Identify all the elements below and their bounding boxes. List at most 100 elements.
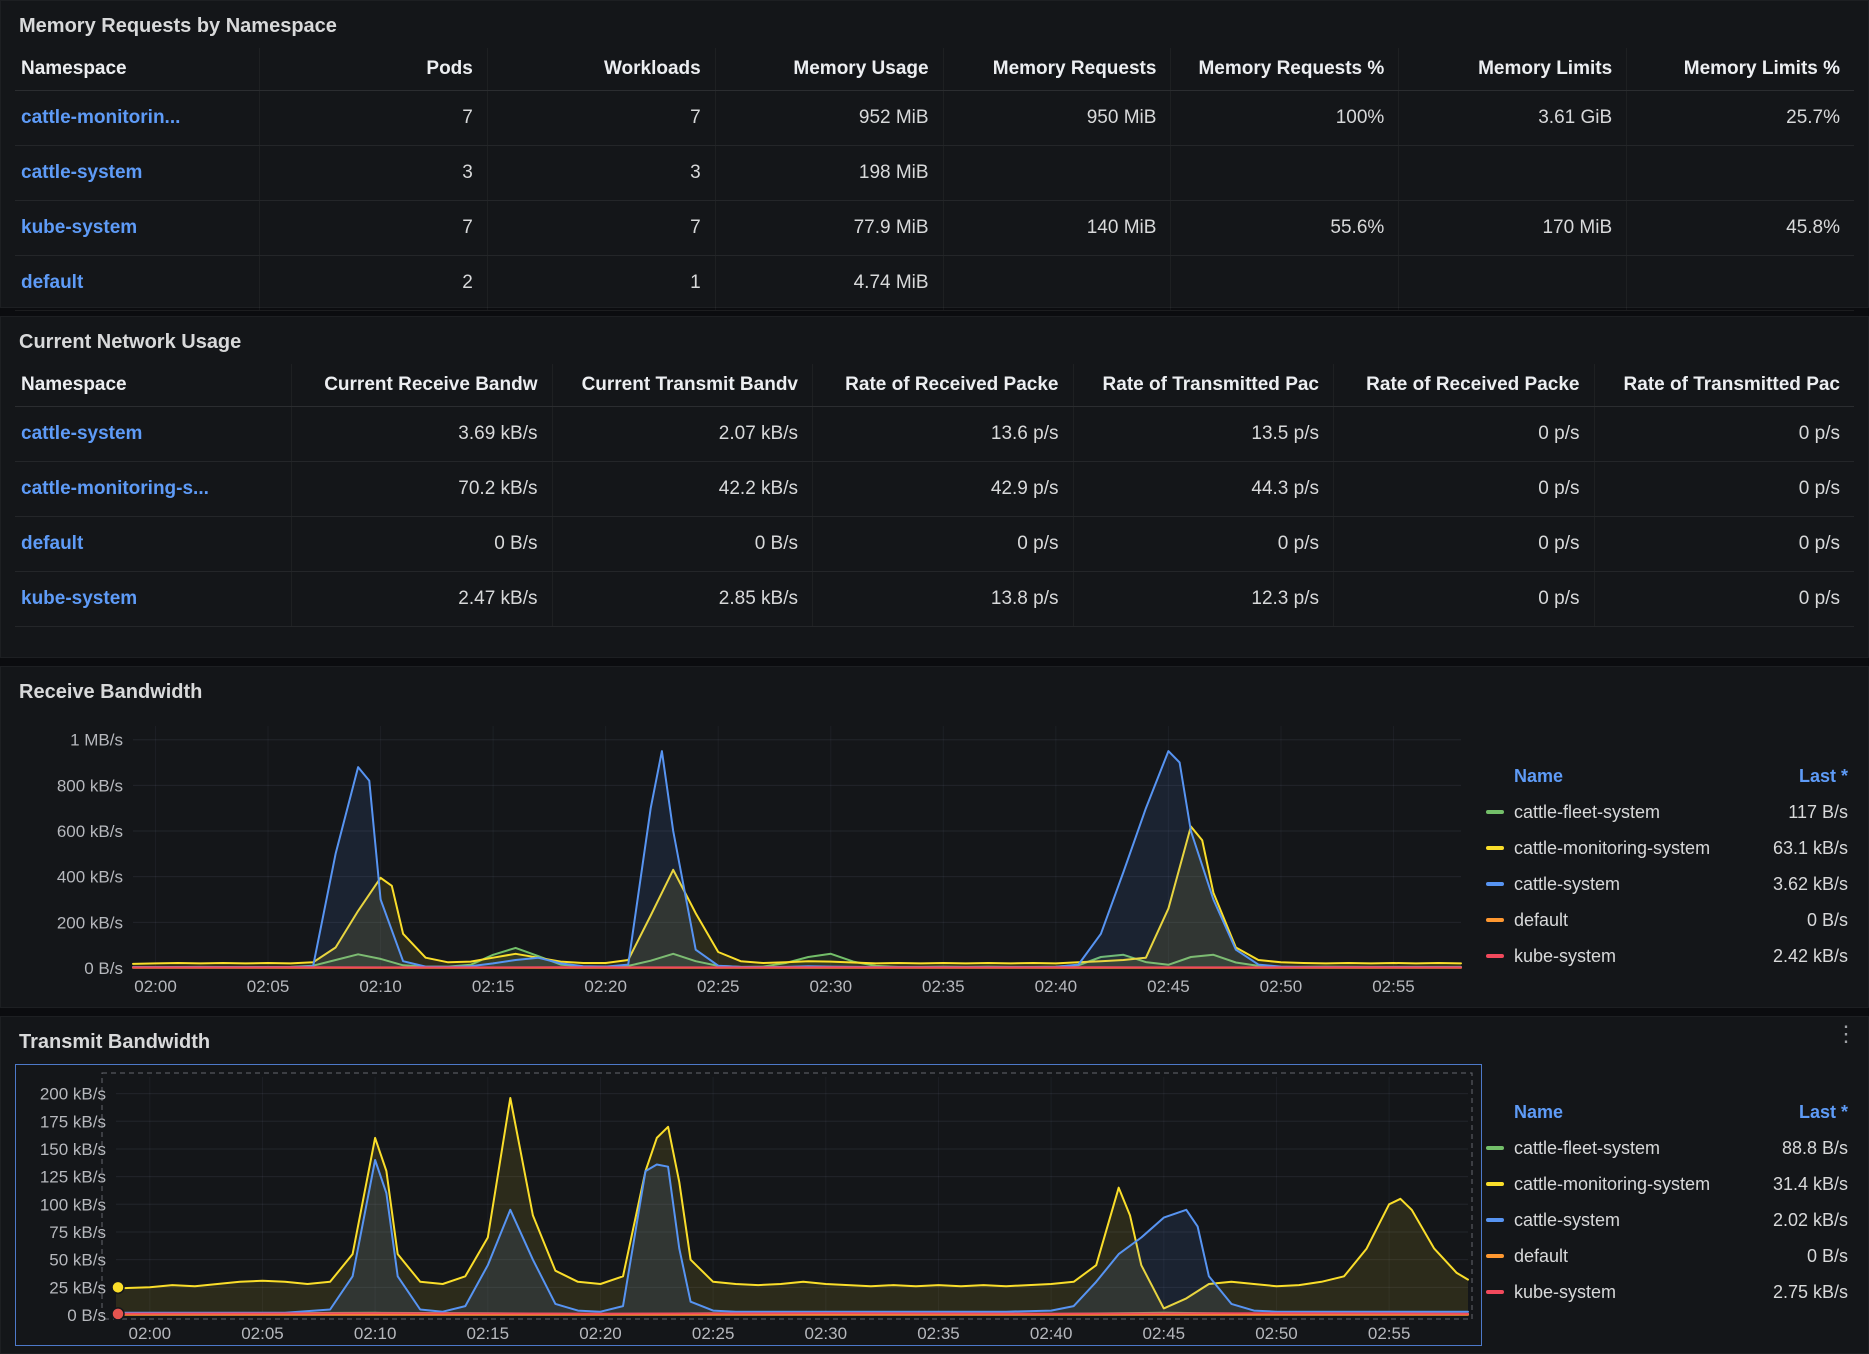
col-header-rate-received[interactable]: Rate of Received Packe: [812, 364, 1073, 406]
cell-pods: 7: [259, 91, 487, 145]
namespace-link[interactable]: default: [21, 533, 83, 555]
svg-text:175 kB/s: 175 kB/s: [40, 1112, 106, 1131]
panel-title-receive-bandwidth[interactable]: Receive Bandwidth: [19, 681, 1854, 704]
col-header-rate-transmitted[interactable]: Rate of Transmitted Pac: [1072, 364, 1334, 406]
svg-text:02:25: 02:25: [697, 977, 740, 996]
panel-receive-bandwidth: Receive Bandwidth 02:00 02:05 02:10 02:15 02…: [0, 666, 1869, 1008]
col-header-namespace[interactable]: Namespace: [15, 48, 259, 90]
legend-series-value: 31.4 kB/s: [1772, 1173, 1848, 1194]
panel-title-memory-requests[interactable]: Memory Requests by Namespace: [19, 15, 1854, 38]
col-header-memory-limits-pct[interactable]: Memory Limits %: [1626, 48, 1854, 90]
legend-series-name[interactable]: cattle-fleet-system: [1514, 1138, 1660, 1159]
legend-last-header[interactable]: Last *: [1799, 1102, 1848, 1123]
table-header-row: Namespace Current Receive Bandw Current …: [15, 364, 1854, 407]
legend-series-value: 2.02 kB/s: [1772, 1209, 1848, 1230]
legend-name-header[interactable]: Name: [1514, 766, 1563, 787]
col-header-memory-requests[interactable]: Memory Requests: [942, 48, 1171, 90]
cell-memory-requests-pct: 55.6%: [1170, 201, 1398, 255]
legend-series-name[interactable]: cattle-system: [1514, 1210, 1620, 1231]
svg-text:02:20: 02:20: [579, 1324, 622, 1343]
cell-transmit-bandwidth: 2.85 kB/s: [551, 572, 813, 626]
cell-memory-requests: 950 MiB: [942, 91, 1171, 145]
legend-item: cattle-fleet-system 117 B/s: [1482, 794, 1848, 830]
cell-pods: 3: [259, 146, 487, 200]
legend-series-name[interactable]: kube-system: [1514, 946, 1616, 967]
legend-item: kube-system 2.42 kB/s: [1482, 938, 1848, 974]
svg-text:02:00: 02:00: [129, 1324, 172, 1343]
col-header-transmit-bandwidth[interactable]: Current Transmit Bandv: [551, 364, 813, 406]
svg-text:02:25: 02:25: [692, 1324, 735, 1343]
cell-memory-limits: 3.61 GiB: [1398, 91, 1626, 145]
svg-text:02:05: 02:05: [247, 977, 290, 996]
panel-menu-icon[interactable]: ⋮: [1835, 1023, 1858, 1045]
col-header-memory-limits[interactable]: Memory Limits: [1398, 48, 1626, 90]
legend-series-name[interactable]: default: [1514, 910, 1568, 931]
cell-memory-usage: 4.74 MiB: [714, 256, 943, 310]
panel-title-network-usage[interactable]: Current Network Usage: [19, 331, 1854, 354]
col-header-namespace[interactable]: Namespace: [15, 364, 291, 406]
legend-name-header[interactable]: Name: [1514, 1102, 1563, 1123]
legend-series-value: 2.42 kB/s: [1772, 945, 1848, 966]
cell-memory-usage: 77.9 MiB: [714, 201, 943, 255]
panel-title-transmit-bandwidth[interactable]: Transmit Bandwidth: [19, 1031, 1854, 1054]
namespace-link[interactable]: default: [21, 272, 83, 294]
svg-text:02:10: 02:10: [354, 1324, 397, 1343]
legend-series-name[interactable]: cattle-monitoring-system: [1514, 838, 1710, 859]
cell-rate-transmitted-2: 0 p/s: [1593, 517, 1855, 571]
svg-text:02:15: 02:15: [472, 977, 515, 996]
cell-memory-limits: [1398, 256, 1626, 310]
namespace-link[interactable]: cattle-system: [21, 162, 142, 184]
col-header-rate-transmitted-2[interactable]: Rate of Transmitted Pac: [1593, 364, 1855, 406]
legend-last-header[interactable]: Last *: [1799, 766, 1848, 787]
network-usage-table: Namespace Current Receive Bandw Current …: [15, 364, 1854, 627]
cell-receive-bandwidth: 2.47 kB/s: [291, 572, 552, 626]
cell-memory-requests: 140 MiB: [942, 201, 1171, 255]
cell-memory-requests: [942, 146, 1171, 200]
legend-series-name[interactable]: cattle-fleet-system: [1514, 802, 1660, 823]
svg-text:200 kB/s: 200 kB/s: [40, 1085, 106, 1104]
legend-series-name[interactable]: cattle-system: [1514, 874, 1620, 895]
legend-item: cattle-monitoring-system 31.4 kB/s: [1482, 1166, 1848, 1202]
svg-text:150 kB/s: 150 kB/s: [40, 1140, 106, 1159]
transmit-bandwidth-chart[interactable]: 02:00 02:05 02:10 02:15 02:20 02:25 02:30 02:35…: [15, 1064, 1482, 1346]
table-row: default 2 1 4.74 MiB: [15, 256, 1854, 311]
table-row: cattle-system 3 3 198 MiB: [15, 146, 1854, 201]
legend-series-name[interactable]: kube-system: [1514, 1282, 1616, 1303]
col-header-pods[interactable]: Pods: [259, 48, 487, 90]
cell-rate-transmitted-2: 0 p/s: [1593, 572, 1855, 626]
col-header-workloads[interactable]: Workloads: [486, 48, 715, 90]
grafana-dashboard: Memory Requests by Namespace Namespace P…: [0, 0, 1869, 1354]
cell-memory-requests: [942, 256, 1171, 310]
table-row: kube-system 7 7 77.9 MiB 140 MiB 55.6% 1…: [15, 201, 1854, 256]
namespace-link[interactable]: kube-system: [21, 588, 137, 610]
svg-text:02:30: 02:30: [805, 1324, 848, 1343]
col-header-memory-requests-pct[interactable]: Memory Requests %: [1170, 48, 1398, 90]
col-header-memory-usage[interactable]: Memory Usage: [714, 48, 943, 90]
cell-transmit-bandwidth: 2.07 kB/s: [551, 407, 813, 461]
series-color-swatch: [1486, 1146, 1504, 1150]
legend-series-name[interactable]: cattle-monitoring-system: [1514, 1174, 1710, 1195]
legend-item: kube-system 2.75 kB/s: [1482, 1274, 1848, 1310]
cell-memory-usage: 952 MiB: [714, 91, 943, 145]
namespace-link[interactable]: cattle-system: [21, 423, 142, 445]
svg-text:50 kB/s: 50 kB/s: [49, 1251, 106, 1270]
legend-series-name[interactable]: default: [1514, 1246, 1568, 1267]
series-color-swatch: [1486, 1182, 1504, 1186]
legend-series-value: 0 B/s: [1806, 1245, 1848, 1266]
cell-transmit-bandwidth: 42.2 kB/s: [551, 462, 813, 516]
cell-memory-limits: 170 MiB: [1398, 201, 1626, 255]
legend-header-row: Name Last *: [1482, 758, 1848, 794]
receive-legend: Name Last * cattle-fleet-system 117 B/s …: [1482, 714, 1854, 1002]
svg-text:1 MB/s: 1 MB/s: [70, 731, 123, 750]
namespace-link[interactable]: cattle-monitorin...: [21, 107, 180, 129]
svg-text:02:45: 02:45: [1147, 977, 1190, 996]
namespace-link[interactable]: cattle-monitoring-s...: [21, 478, 209, 500]
svg-text:02:45: 02:45: [1143, 1324, 1186, 1343]
col-header-rate-received-2[interactable]: Rate of Received Packe: [1333, 364, 1594, 406]
col-header-receive-bandwidth[interactable]: Current Receive Bandw: [291, 364, 552, 406]
receive-bandwidth-chart[interactable]: 02:00 02:05 02:10 02:15 02:20 02:25 02:30 02:35…: [15, 714, 1482, 1002]
table-header-row: Namespace Pods Workloads Memory Usage Me…: [15, 48, 1854, 91]
svg-text:02:40: 02:40: [1030, 1324, 1073, 1343]
series-color-swatch: [1486, 918, 1504, 922]
namespace-link[interactable]: kube-system: [21, 217, 137, 239]
